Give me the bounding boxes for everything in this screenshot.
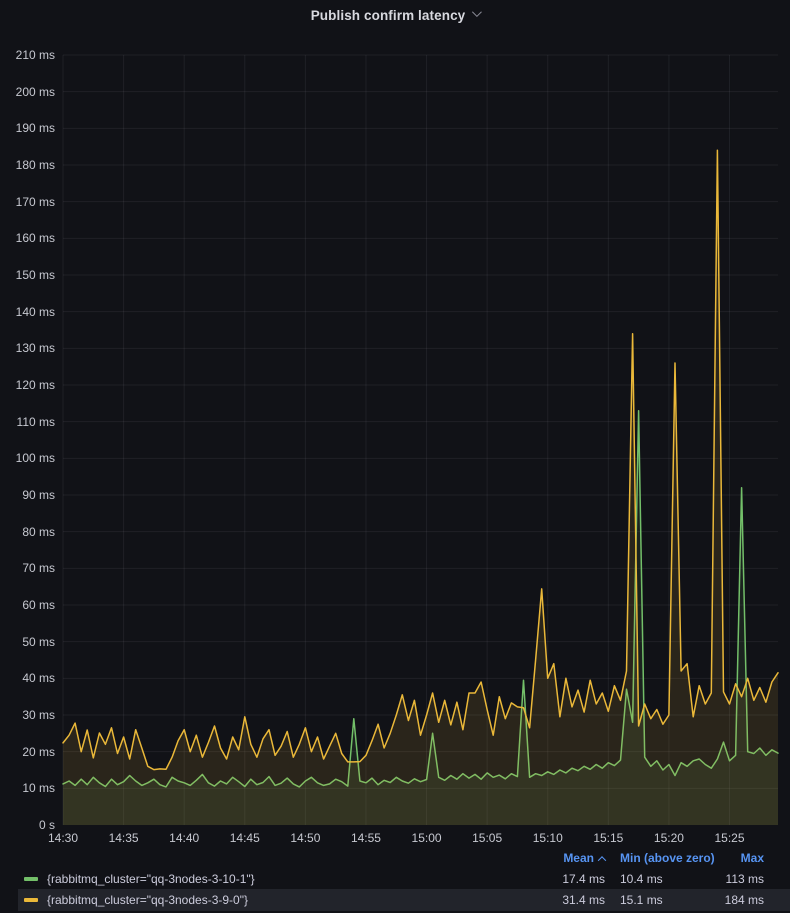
y-tick-label: 90 ms (0, 488, 55, 502)
series-color-swatch-green[interactable] (24, 877, 38, 881)
x-tick-label: 14:40 (154, 831, 214, 845)
y-tick-label: 150 ms (0, 268, 55, 282)
x-tick-label: 14:45 (215, 831, 275, 845)
y-tick-label: 0 s (0, 818, 55, 832)
x-tick-label: 14:30 (33, 831, 93, 845)
y-tick-label: 10 ms (0, 781, 55, 795)
y-tick-label: 210 ms (0, 48, 55, 62)
x-tick-label: 14:50 (275, 831, 335, 845)
time-series-chart[interactable]: 0 s 10 ms 20 ms 30 ms 40 ms 50 ms 60 ms 70 ms 80… (0, 0, 790, 846)
y-tick-label: 110 ms (0, 415, 55, 429)
y-tick-label: 40 ms (0, 671, 55, 685)
x-tick-label: 14:35 (94, 831, 154, 845)
max-value: 113 ms (716, 872, 764, 886)
y-tick-label: 80 ms (0, 525, 55, 539)
y-tick-label: 190 ms (0, 121, 55, 135)
legend-sort-min[interactable]: Min (above zero) (605, 851, 716, 865)
mean-column-label: Mean (563, 851, 594, 865)
x-tick-label: 15:05 (457, 831, 517, 845)
x-tick-label: 15:20 (639, 831, 699, 845)
x-tick-label: 15:25 (700, 831, 760, 845)
series-label[interactable]: {rabbitmq_cluster="qq-3nodes-3-9-0"} (47, 893, 248, 907)
y-tick-label: 120 ms (0, 378, 55, 392)
y-tick-label: 140 ms (0, 305, 55, 319)
y-tick-label: 20 ms (0, 745, 55, 759)
y-tick-label: 160 ms (0, 231, 55, 245)
mean-value: 17.4 ms (520, 872, 605, 886)
legend-sort-max[interactable]: Max (716, 851, 764, 865)
x-tick-label: 15:15 (578, 831, 638, 845)
max-value: 184 ms (716, 893, 764, 907)
series-label[interactable]: {rabbitmq_cluster="qq-3nodes-3-10-1"} (47, 872, 255, 886)
time-series-plot[interactable] (0, 0, 790, 846)
series-toggle[interactable]: {rabbitmq_cluster="qq-3nodes-3-10-1"} (24, 872, 520, 886)
y-tick-label: 70 ms (0, 561, 55, 575)
y-tick-label: 60 ms (0, 598, 55, 612)
x-tick-label: 15:10 (518, 831, 578, 845)
legend-row-qq-3nodes-3-10-1: {rabbitmq_cluster="qq-3nodes-3-10-1"} 17… (18, 868, 790, 889)
y-tick-label: 50 ms (0, 635, 55, 649)
y-tick-label: 30 ms (0, 708, 55, 722)
grafana-panel: Publish confirm latency 0 s10 ms20 ms30 … (0, 0, 790, 913)
y-tick-label: 130 ms (0, 341, 55, 355)
legend-header-row: Mean Min (above zero) Max (18, 848, 790, 868)
y-tick-label: 200 ms (0, 85, 55, 99)
x-tick-label: 15:00 (397, 831, 457, 845)
mean-value: 31.4 ms (520, 893, 605, 907)
y-tick-label: 180 ms (0, 158, 55, 172)
x-tick-label: 14:55 (336, 831, 396, 845)
y-tick-label: 170 ms (0, 195, 55, 209)
min-value: 15.1 ms (605, 893, 716, 907)
series-toggle[interactable]: {rabbitmq_cluster="qq-3nodes-3-9-0"} (24, 893, 520, 907)
series-color-swatch-yellow[interactable] (24, 898, 38, 902)
legend-table: Mean Min (above zero) Max {rabbitmq_clus… (0, 846, 790, 911)
legend-sort-mean[interactable]: Mean (520, 851, 605, 865)
legend-row-qq-3nodes-3-9-0: {rabbitmq_cluster="qq-3nodes-3-9-0"} 31.… (18, 889, 790, 911)
y-tick-label: 100 ms (0, 451, 55, 465)
min-value: 10.4 ms (605, 872, 716, 886)
series-fill-1 (63, 150, 778, 825)
